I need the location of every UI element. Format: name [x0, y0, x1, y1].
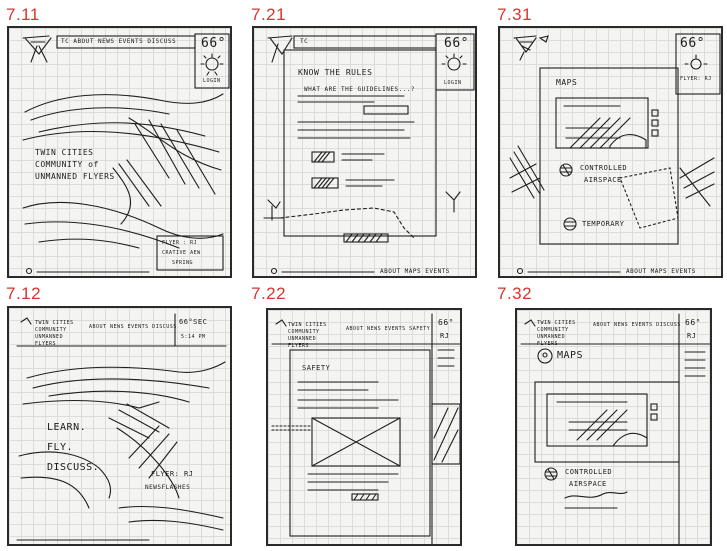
user-initials: RJ [440, 332, 450, 340]
controlled-label-1: CONTROLLED [580, 164, 628, 172]
controlled-label-1: CONTROLLED [565, 468, 613, 476]
controlled-label-2: AIRSPACE [569, 480, 607, 488]
logo-text[interactable]: TWIN CITIES COMMUNITY UNMANNED FLYERS [35, 320, 85, 348]
controlled-label-2: AIRSPACE [584, 176, 622, 184]
fly-text: FLY. [47, 442, 74, 453]
temperature: 66° [201, 36, 226, 51]
discuss-text: DISCUSS. [47, 462, 100, 473]
user-initials: RJ [687, 332, 697, 340]
flyer-label: FLYER: RJ [680, 76, 712, 82]
sketch-label-7-11: 7.11 [6, 5, 40, 24]
sketch-label-7-22: 7.22 [251, 284, 287, 303]
sketch-frame-7-21: TC 66° LOGIN KNOW THE RULES WHAT ARE THE… [252, 26, 477, 278]
sketch-drawing [509, 33, 721, 275]
footer-links[interactable]: ABOUT MAPS EVENTS [380, 268, 450, 275]
tagline-line-3: UNMANNED FLYERS [35, 172, 115, 181]
safety-heading: SAFETY [302, 364, 331, 372]
logo-text[interactable]: TWIN CITIES COMMUNITY UNMANNED FLYERS [288, 322, 338, 350]
newsflashes-label[interactable]: NEWSFLASHES [145, 484, 190, 491]
logo-text[interactable]: TWIN CITIES COMMUNITY UNMANNED FLYERS [537, 320, 587, 348]
nav-links[interactable]: ABOUT NEWS EVENTS DISCUSS [593, 322, 681, 328]
flyer-label: FLYER: RJ [151, 470, 194, 478]
temperature: 66° [438, 318, 454, 327]
temperature: 66° [685, 318, 701, 327]
rules-question: WHAT ARE THE GUIDELINES...? [304, 86, 416, 93]
tagline-line-1: TWIN CITIES [35, 148, 94, 157]
sketch-frame-7-22: TWIN CITIES COMMUNITY UNMANNED FLYERS AB… [266, 308, 462, 546]
nav-links[interactable]: TC [300, 38, 308, 45]
sketch-label-7-21: 7.21 [251, 5, 287, 24]
sketch-frame-7-32: TWIN CITIES COMMUNITY UNMANNED FLYERS AB… [515, 308, 712, 546]
card-line-1: FLYER : RJ [162, 240, 198, 246]
learn-text: LEARN. [47, 422, 87, 433]
nav-links[interactable]: TC ABOUT NEWS EVENTS DISCUSS [61, 38, 176, 45]
maps-heading: MAPS [556, 78, 578, 87]
sketch-frame-7-11: TC ABOUT NEWS EVENTS DISCUSS 66° LOGIN T… [7, 26, 232, 278]
temperature: 66° [680, 36, 705, 51]
sketch-label-7-32: 7.32 [497, 284, 533, 303]
nav-links[interactable]: ABOUT NEWS EVENTS SAFETY [346, 326, 430, 332]
nav-links[interactable]: ABOUT NEWS EVENTS DISCUSS [89, 324, 177, 330]
sketch-drawing [263, 33, 475, 275]
temperature: 66° [444, 36, 469, 51]
sketch-label-7-31: 7.31 [497, 5, 533, 24]
temporary-label: TEMPORARY [582, 220, 625, 228]
time-label: 5:14 PM [181, 334, 206, 340]
rules-heading: KNOW THE RULES [298, 68, 373, 77]
login-link[interactable]: LOGIN [203, 78, 221, 84]
tagline-line-2: COMMUNITY of [35, 160, 99, 169]
sketch-label-7-12: 7.12 [6, 284, 42, 303]
card-line-2: CRATIVE AEW [162, 250, 201, 256]
login-link[interactable]: LOGIN [444, 80, 462, 86]
maps-heading: MAPS [557, 350, 584, 361]
footer-links[interactable]: ABOUT MAPS EVENTS [626, 268, 696, 275]
temperature: 66°SEC [179, 318, 208, 326]
card-line-3: SPRING [172, 260, 194, 266]
sketch-frame-7-12: TWIN CITIES COMMUNITY UNMANNED FLYERS AB… [7, 306, 232, 546]
sketch-frame-7-31: 66° FLYER: RJ MAPS CONTROLLED AIRSPACE T… [498, 26, 723, 278]
